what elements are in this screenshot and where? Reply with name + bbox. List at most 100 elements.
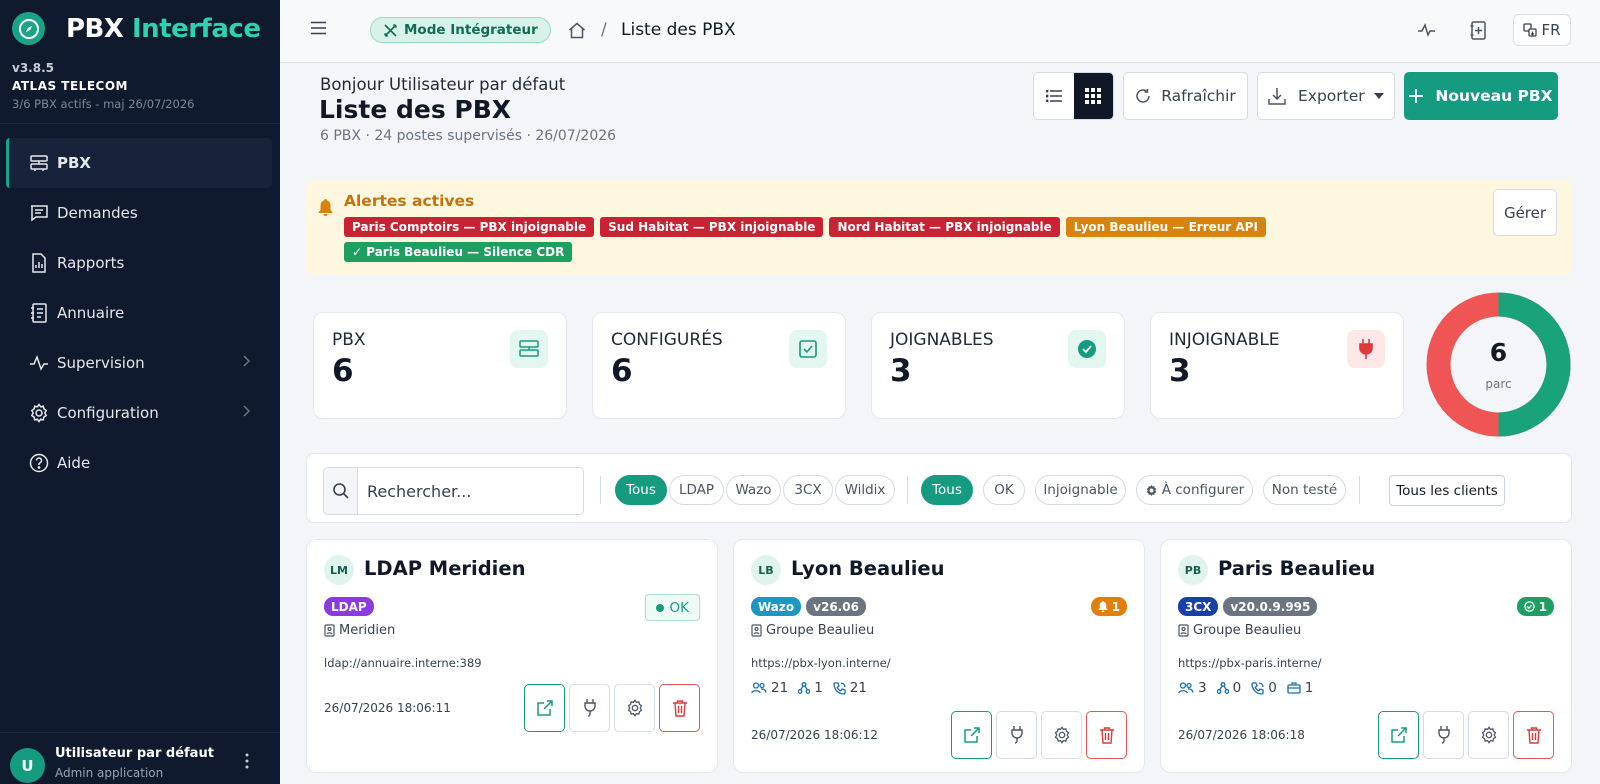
metric-calls: 21 bbox=[833, 680, 867, 696]
sidebar-item-demandes[interactable]: Demandes bbox=[6, 188, 272, 238]
new-pbx-button[interactable]: Nouveau PBX bbox=[1404, 72, 1558, 120]
pbx-card-ldap-meridien[interactable]: LM LDAP Meridien LDAP OK Meridien ldap:/… bbox=[306, 539, 718, 773]
bell-icon bbox=[1098, 601, 1108, 612]
refresh-button[interactable]: Rafraîchir bbox=[1123, 72, 1248, 120]
list-view-button[interactable] bbox=[1034, 73, 1074, 119]
settings-button[interactable] bbox=[614, 684, 655, 732]
sidebar-item-aide[interactable]: Aide bbox=[6, 438, 272, 488]
company-name: ATLAS TELECOM bbox=[12, 79, 128, 93]
gear-icon bbox=[1054, 726, 1069, 744]
test-connection-button[interactable] bbox=[996, 711, 1037, 759]
sidebar-nav: PBX Demandes Rapports Annuaire Supervisi… bbox=[6, 138, 272, 488]
external-link-icon bbox=[963, 727, 980, 743]
stat-label: PBX bbox=[332, 330, 366, 350]
alert-badge[interactable]: Sud Habitat — PBX injoignable bbox=[600, 217, 824, 237]
mode-integrator-toggle[interactable]: Mode Intégrateur bbox=[370, 17, 551, 43]
filter-state-unreachable[interactable]: Injoignable bbox=[1035, 475, 1126, 505]
manage-alerts-button[interactable]: Gérer bbox=[1493, 189, 1557, 236]
activity-icon[interactable] bbox=[1417, 22, 1436, 38]
sidebar-item-label: Supervision bbox=[57, 354, 145, 372]
add-document-icon[interactable] bbox=[1470, 21, 1487, 40]
filter-type-3cx[interactable]: 3CX bbox=[783, 475, 833, 505]
delete-button[interactable] bbox=[659, 684, 700, 732]
export-label: Exporter bbox=[1298, 87, 1365, 105]
pbx-owner: Meridien bbox=[324, 623, 395, 638]
type-badge: LDAP bbox=[324, 597, 374, 616]
brand[interactable]: PBX Interface bbox=[12, 12, 261, 45]
translate-icon bbox=[1523, 23, 1538, 37]
sidebar-item-pbx[interactable]: PBX bbox=[6, 138, 272, 188]
search-icon bbox=[324, 468, 358, 514]
pbx-initials: LM bbox=[324, 555, 354, 585]
metric-calls: 0 bbox=[1251, 680, 1277, 696]
more-vertical-icon[interactable] bbox=[245, 753, 249, 769]
stat-card-pbx: PBX 6 bbox=[313, 312, 567, 419]
pbx-card-lyon-beaulieu[interactable]: LB Lyon Beaulieu Wazo v26.06 1 Groupe Be… bbox=[733, 539, 1145, 773]
settings-button[interactable] bbox=[1468, 711, 1509, 759]
pulse-icon bbox=[28, 352, 50, 374]
menu-icon[interactable] bbox=[310, 21, 327, 35]
download-icon bbox=[1268, 88, 1286, 105]
badge-id-icon bbox=[1178, 624, 1189, 637]
page-subtitle: 6 PBX · 24 postes supervisés · 26/07/202… bbox=[320, 128, 617, 144]
open-external-button[interactable] bbox=[951, 711, 992, 759]
trash-icon bbox=[1526, 727, 1541, 744]
filter-type-ldap[interactable]: LDAP bbox=[669, 475, 724, 505]
bell-icon bbox=[318, 199, 333, 216]
refresh-icon bbox=[1136, 89, 1150, 103]
delete-button[interactable] bbox=[1086, 711, 1127, 759]
sidebar-item-rapports[interactable]: Rapports bbox=[6, 238, 272, 288]
sidebar-item-annuaire[interactable]: Annuaire bbox=[6, 288, 272, 338]
stat-card-configured: CONFIGURÉS 6 bbox=[592, 312, 846, 419]
pbx-icon bbox=[510, 330, 548, 368]
alert-badge[interactable]: Paris Comptoirs — PBX injoignable bbox=[344, 217, 595, 237]
metric-value: 21 bbox=[849, 680, 867, 696]
brand-title: PBX Interface bbox=[66, 14, 261, 44]
alert-badge[interactable]: ✓ Paris Beaulieu — Silence CDR bbox=[344, 242, 573, 262]
gear-icon bbox=[28, 402, 50, 424]
open-external-button[interactable] bbox=[524, 684, 565, 732]
pbx-actions bbox=[947, 711, 1127, 759]
test-connection-button[interactable] bbox=[1423, 711, 1464, 759]
alert-badge[interactable]: Nord Habitat — PBX injoignable bbox=[829, 217, 1060, 237]
refresh-label: Rafraîchir bbox=[1161, 87, 1236, 105]
pbx-initials: PB bbox=[1178, 555, 1208, 585]
user-panel[interactable]: U Utilisateur par défaut Admin applicati… bbox=[0, 732, 280, 784]
delete-button[interactable] bbox=[1513, 711, 1554, 759]
report-icon bbox=[28, 252, 50, 274]
pbx-card-paris-beaulieu[interactable]: PB Paris Beaulieu 3CX v20.0.9.995 1 Grou… bbox=[1160, 539, 1572, 773]
clients-filter-select[interactable]: Tous les clients bbox=[1389, 475, 1505, 506]
metric-value: 21 bbox=[771, 680, 789, 696]
filter-type-wildix[interactable]: Wildix bbox=[835, 475, 895, 505]
alert-badge[interactable]: Lyon Beaulieu — Erreur API bbox=[1065, 217, 1266, 237]
filter-state-all[interactable]: Tous bbox=[921, 475, 973, 505]
sidebar-item-configuration[interactable]: Configuration bbox=[6, 388, 272, 438]
pbx-name: LDAP Meridien bbox=[364, 557, 526, 580]
pbx-initials: LB bbox=[751, 555, 781, 585]
alert-row-1: Paris Comptoirs — PBX injoignable Sud Ha… bbox=[344, 217, 1272, 237]
home-icon[interactable] bbox=[568, 22, 586, 39]
users-icon bbox=[751, 682, 767, 694]
topbar: Mode Intégrateur / Liste des PBX FR bbox=[280, 0, 1600, 63]
language-switcher[interactable]: FR bbox=[1513, 14, 1571, 46]
export-button[interactable]: Exporter bbox=[1257, 72, 1395, 120]
filter-state-untested[interactable]: Non testé bbox=[1263, 475, 1346, 505]
filter-state-to-configure[interactable]: À configurer bbox=[1136, 475, 1253, 505]
test-connection-button[interactable] bbox=[569, 684, 610, 732]
external-link-icon bbox=[1390, 727, 1407, 743]
filter-state-ok[interactable]: OK bbox=[983, 475, 1025, 505]
settings-button[interactable] bbox=[1041, 711, 1082, 759]
open-external-button[interactable] bbox=[1378, 711, 1419, 759]
filter-type-all[interactable]: Tous bbox=[615, 475, 667, 505]
pbx-actions bbox=[1374, 711, 1554, 759]
filter-type-wazo[interactable]: Wazo bbox=[726, 475, 781, 505]
chevron-right-icon bbox=[242, 405, 250, 417]
mode-label: Mode Intégrateur bbox=[404, 22, 538, 38]
search-input[interactable] bbox=[358, 468, 583, 514]
sidebar-item-supervision[interactable]: Supervision bbox=[6, 338, 272, 388]
checkbox-icon bbox=[789, 330, 827, 368]
pbx-metrics: 21 1 21 bbox=[751, 680, 877, 696]
pbx-name: Paris Beaulieu bbox=[1218, 557, 1376, 580]
hierarchy-icon bbox=[798, 682, 811, 694]
grid-view-button[interactable] bbox=[1073, 73, 1113, 119]
